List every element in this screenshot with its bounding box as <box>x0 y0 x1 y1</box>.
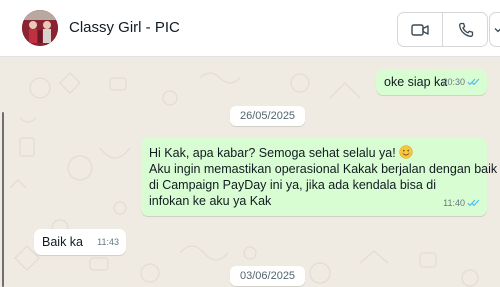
message-meta: 11:40 <box>443 194 480 212</box>
message-text: oke siap ka <box>384 75 448 89</box>
voice-call-button[interactable] <box>443 13 488 46</box>
date-separator: 26/05/2025 <box>230 106 306 126</box>
chevron-down-icon <box>494 27 500 32</box>
message-meta: 20:30 <box>442 73 480 91</box>
double-check-icon <box>467 78 480 86</box>
video-call-button[interactable] <box>398 13 443 46</box>
message-bubble-outgoing[interactable]: oke siap ka 20:30 <box>376 69 487 95</box>
message-list[interactable]: oke siap ka 20:30 26/05/2025 Hi Kak, apa… <box>0 58 500 287</box>
profile-photo <box>22 10 58 46</box>
date-separator: 03/06/2025 <box>230 266 306 286</box>
message-time: 20:30 <box>442 77 465 87</box>
message-time: 11:43 <box>97 237 119 247</box>
contact-avatar[interactable] <box>22 10 58 46</box>
message-time: 11:40 <box>443 198 465 208</box>
double-check-icon <box>467 199 480 207</box>
chat-header: Classy Girl - PIC <box>0 0 500 57</box>
message-bubble-outgoing[interactable]: Hi Kak, apa kabar? Semoga sehat selalu y… <box>141 138 497 216</box>
more-options-button[interactable] <box>489 12 500 47</box>
call-button-group <box>397 12 488 47</box>
video-camera-icon <box>411 23 429 36</box>
message-meta: 11:43 <box>97 233 119 251</box>
message-bubble-incoming[interactable]: Baik ka 11:43 <box>34 229 126 255</box>
message-text-line: infokan ke aku ya Kak <box>149 194 272 208</box>
smiling-face-icon <box>399 145 413 159</box>
scrollbar[interactable] <box>2 112 4 287</box>
message-text: Baik ka <box>42 235 83 249</box>
contact-name[interactable]: Classy Girl - PIC <box>69 19 180 36</box>
phone-icon <box>458 22 473 37</box>
